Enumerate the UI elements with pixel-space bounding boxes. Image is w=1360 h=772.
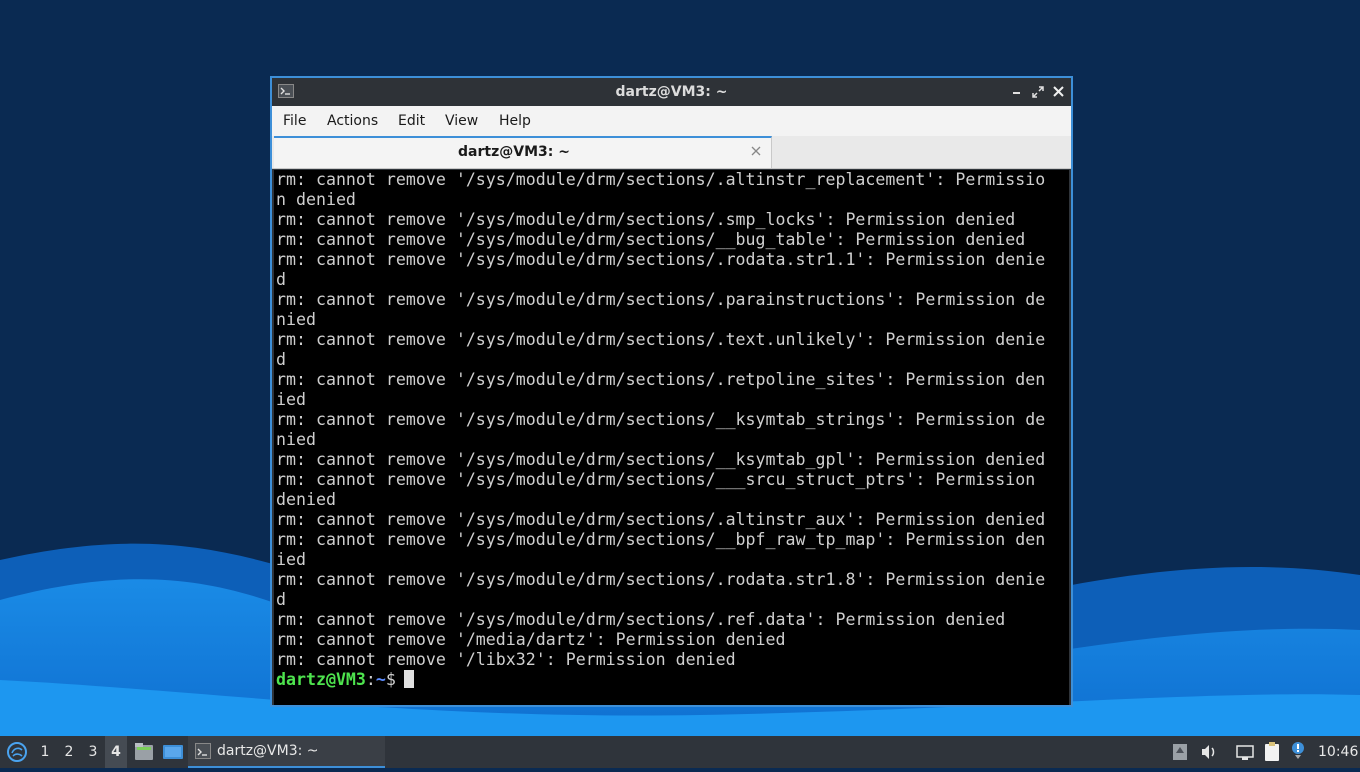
terminal-line: d	[276, 590, 286, 609]
minimize-icon[interactable]	[1008, 83, 1026, 101]
workspace-4[interactable]: 4	[105, 736, 127, 768]
workspace-2[interactable]: 2	[58, 736, 80, 768]
workspace-1[interactable]: 1	[34, 736, 56, 768]
menu-edit[interactable]: Edit	[398, 106, 425, 136]
terminal-line: rm: cannot remove '/sys/module/drm/secti…	[276, 210, 1016, 229]
terminal-line: rm: cannot remove '/sys/module/drm/secti…	[276, 610, 1006, 629]
network-icon[interactable]	[1235, 736, 1255, 768]
workspace-3[interactable]: 3	[82, 736, 104, 768]
terminal-line: rm: cannot remove '/sys/module/drm/secti…	[276, 370, 1046, 389]
clock[interactable]: 10:46	[1318, 736, 1358, 768]
terminal-window[interactable]: dartz@VM3: ~ File Actions Edit View Help…	[270, 76, 1073, 707]
window-titlebar[interactable]: dartz@VM3: ~	[272, 78, 1071, 106]
tab-label: dartz@VM3: ~	[458, 144, 570, 160]
terminal-line: d	[276, 350, 286, 369]
terminal-line: rm: cannot remove '/sys/module/drm/secti…	[276, 510, 1046, 529]
terminal-icon	[195, 743, 211, 759]
terminal-line: rm: cannot remove '/media/dartz': Permis…	[276, 630, 786, 649]
show-desktop-icon[interactable]	[161, 736, 185, 768]
terminal-line: rm: cannot remove '/sys/module/drm/secti…	[276, 230, 1026, 249]
tab-terminal[interactable]: dartz@VM3: ~	[274, 136, 772, 168]
menu-bar: File Actions Edit View Help	[272, 106, 1071, 136]
close-icon[interactable]	[1050, 83, 1068, 101]
prompt-path: ~	[375, 670, 386, 689]
maximize-icon[interactable]	[1029, 83, 1047, 101]
menu-help[interactable]: Help	[499, 106, 531, 136]
terminal-line: nied	[276, 310, 316, 329]
taskbar-task-terminal[interactable]: dartz@VM3: ~	[188, 736, 385, 768]
terminal-line: denied	[276, 490, 336, 509]
terminal-line: rm: cannot remove '/libx32': Permission …	[276, 650, 736, 669]
terminal-line: rm: cannot remove '/sys/module/drm/secti…	[276, 330, 1046, 349]
terminal-line: rm: cannot remove '/sys/module/drm/secti…	[276, 290, 1046, 309]
notification-icon[interactable]	[1289, 736, 1307, 768]
text-cursor	[403, 670, 414, 688]
prompt-user-host: dartz@VM3	[276, 670, 366, 689]
tab-bar: dartz@VM3: ~	[272, 136, 1071, 169]
menu-actions[interactable]: Actions	[327, 106, 378, 136]
menu-file[interactable]: File	[283, 106, 306, 136]
terminal-line: nied	[276, 430, 316, 449]
terminal-prompt[interactable]: dartz@VM3:~$	[276, 670, 414, 690]
terminal-line: rm: cannot remove '/sys/module/drm/secti…	[276, 170, 1046, 189]
close-icon[interactable]	[749, 143, 763, 157]
terminal-line: rm: cannot remove '/sys/module/drm/secti…	[276, 450, 1046, 469]
window-title: dartz@VM3: ~	[615, 84, 728, 100]
taskbar-task-label: dartz@VM3: ~	[217, 743, 319, 759]
terminal-line: rm: cannot remove '/sys/module/drm/secti…	[276, 570, 1046, 589]
terminal-line: rm: cannot remove '/sys/module/drm/secti…	[276, 530, 1046, 549]
terminal-line: rm: cannot remove '/sys/module/drm/secti…	[276, 410, 1046, 429]
menu-view[interactable]: View	[445, 106, 478, 136]
taskbar: 1 2 3 4 dartz@VM3: ~ 10:46	[0, 736, 1360, 768]
terminal-line: rm: cannot remove '/sys/module/drm/secti…	[276, 470, 1036, 489]
update-notifier-icon[interactable]	[1171, 736, 1189, 768]
file-manager-icon[interactable]	[133, 736, 155, 768]
terminal-line: d	[276, 270, 286, 289]
terminal-line: n denied	[276, 190, 356, 209]
terminal-line: ied	[276, 550, 306, 569]
terminal-line: rm: cannot remove '/sys/module/drm/secti…	[276, 250, 1046, 269]
clipboard-icon[interactable]	[1262, 736, 1282, 768]
volume-icon[interactable]	[1199, 736, 1219, 768]
prompt-symbol: $	[385, 670, 396, 689]
lubuntu-start-icon[interactable]	[4, 736, 30, 768]
terminal-output[interactable]: rm: cannot remove '/sys/module/drm/secti…	[274, 170, 1069, 705]
terminal-line: ied	[276, 390, 306, 409]
prompt-colon: :	[365, 670, 376, 689]
